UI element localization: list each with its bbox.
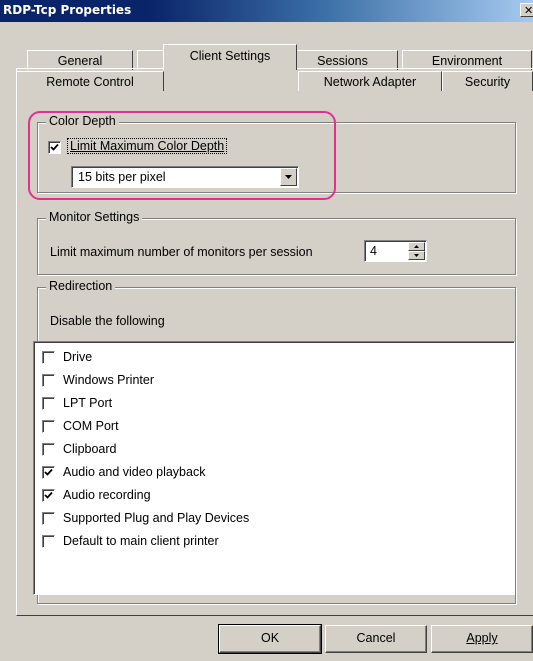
audio-video-checkbox[interactable]: [42, 466, 55, 479]
list-item-label: COM Port: [63, 419, 119, 433]
window-title: RDP-Tcp Properties: [3, 3, 132, 17]
list-item-label: Default to main client printer: [63, 534, 219, 548]
list-item-label: Audio recording: [63, 488, 151, 502]
windows-printer-checkbox[interactable]: [42, 374, 55, 387]
cancel-button[interactable]: Cancel: [325, 625, 427, 653]
lpt-port-checkbox[interactable]: [42, 397, 55, 410]
max-monitors-label: Limit maximum number of monitors per ses…: [50, 245, 313, 259]
spinner-up-button[interactable]: [408, 242, 425, 251]
spinner-down-button[interactable]: [408, 251, 425, 260]
chevron-down-icon: [285, 175, 292, 179]
close-button[interactable]: ✕: [520, 3, 533, 17]
monitor-settings-legend: Monitor Settings: [46, 210, 143, 224]
checkmark-icon: [44, 491, 53, 499]
list-item-label: LPT Port: [63, 396, 113, 410]
audio-recording-checkbox[interactable]: [42, 489, 55, 502]
apply-button[interactable]: Apply: [431, 625, 533, 653]
max-monitors-value: 4: [370, 244, 377, 258]
disable-following-label: Disable the following: [50, 314, 165, 328]
properties-dialog: RDP-Tcp Properties ✕ General Log on Sett…: [0, 0, 533, 661]
ok-button[interactable]: OK: [218, 624, 322, 654]
tab-environment[interactable]: Environment: [402, 50, 532, 70]
tab-general[interactable]: General: [27, 50, 133, 70]
redirection-legend: Redirection: [46, 279, 116, 293]
color-depth-legend: Color Depth: [46, 114, 119, 128]
limit-color-depth-label[interactable]: Limit Maximum Color Depth: [66, 138, 228, 154]
checkmark-icon: [44, 468, 53, 476]
dropdown-arrow-button[interactable]: [280, 168, 297, 186]
chevron-up-icon: [414, 245, 419, 248]
tab-client-settings[interactable]: Client Settings: [163, 44, 297, 70]
list-item-label: Clipboard: [63, 442, 117, 456]
list-item-label: Audio and video playback: [63, 465, 206, 479]
color-depth-value: 15 bits per pixel: [78, 170, 166, 184]
checkmark-icon: [50, 143, 59, 151]
title-bar[interactable]: RDP-Tcp Properties ✕: [0, 0, 533, 22]
chevron-down-icon: [414, 254, 419, 257]
list-item-label: Drive: [63, 350, 93, 364]
max-monitors-spinner[interactable]: 4: [364, 240, 427, 262]
tab-sessions[interactable]: Sessions: [287, 50, 398, 70]
clipboard-checkbox[interactable]: [42, 443, 55, 456]
com-port-checkbox[interactable]: [42, 420, 55, 433]
color-depth-dropdown[interactable]: 15 bits per pixel: [71, 166, 299, 188]
plug-and-play-checkbox[interactable]: [42, 512, 55, 525]
default-printer-checkbox[interactable]: [42, 535, 55, 548]
limit-color-depth-checkbox[interactable]: [48, 141, 61, 154]
list-item-label: Windows Printer: [63, 373, 154, 387]
redirection-list[interactable]: Drive Windows Printer LPT Port COM Port …: [33, 341, 515, 595]
drive-checkbox[interactable]: [42, 351, 55, 364]
list-item-label: Supported Plug and Play Devices: [63, 511, 250, 525]
apply-button-label: Apply: [466, 631, 498, 645]
